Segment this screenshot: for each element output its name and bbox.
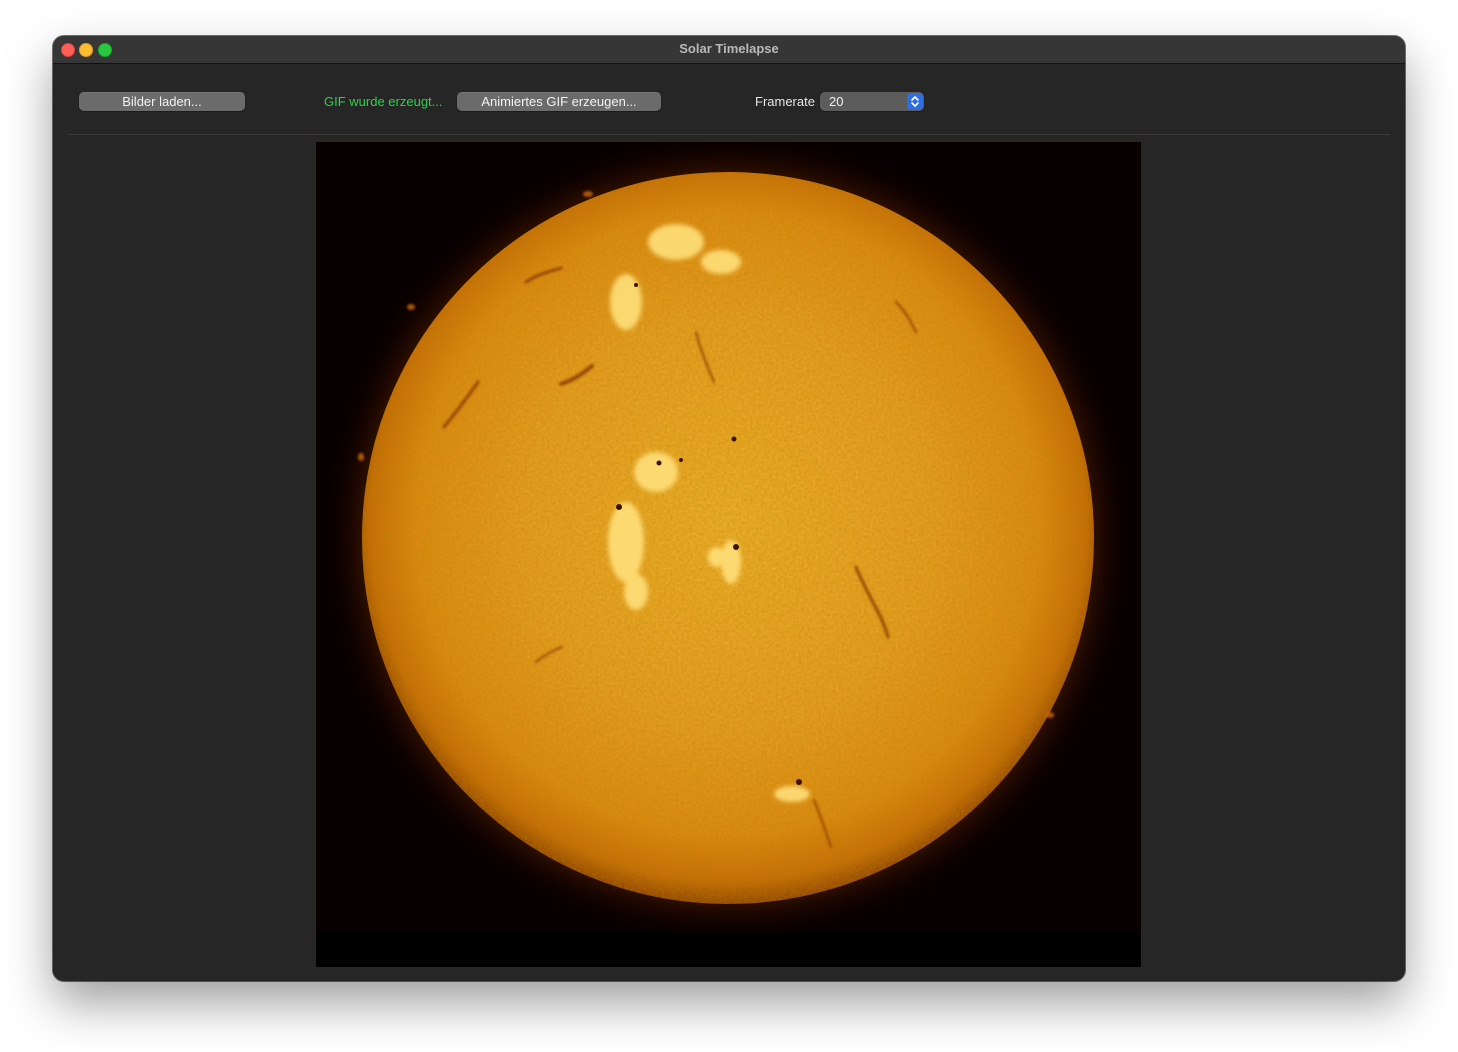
app-window: Solar Timelapse Bilder laden... GIF wurd… — [53, 36, 1405, 981]
window-title: Solar Timelapse — [679, 41, 779, 56]
sun-image-view — [316, 142, 1141, 967]
title-bar: Solar Timelapse — [53, 36, 1405, 64]
framerate-select[interactable]: 20 — [820, 92, 924, 111]
sun-image — [316, 142, 1141, 967]
create-gif-button[interactable]: Animiertes GIF erzeugen... — [457, 92, 661, 111]
load-images-button[interactable]: Bilder laden... — [79, 92, 245, 111]
chevron-up-down-icon[interactable] — [907, 93, 923, 110]
framerate-value: 20 — [829, 94, 844, 109]
status-text: GIF wurde erzeugt... — [324, 94, 443, 109]
framerate-label: Framerate — [755, 94, 815, 109]
toolbar-divider — [68, 134, 1390, 135]
